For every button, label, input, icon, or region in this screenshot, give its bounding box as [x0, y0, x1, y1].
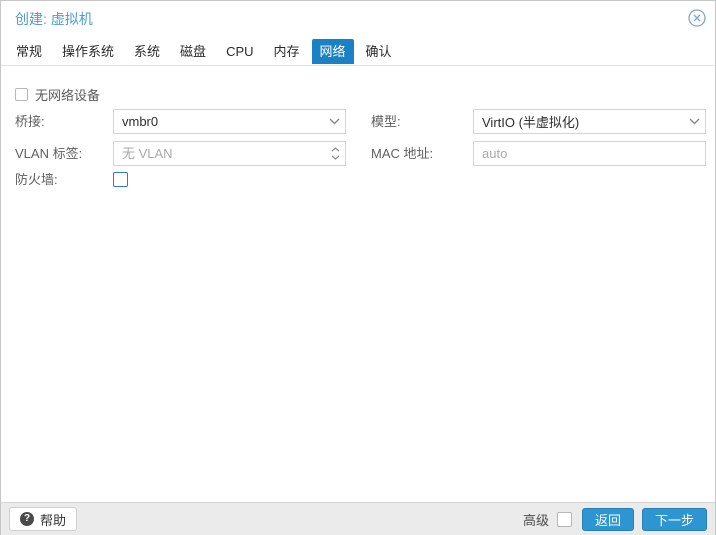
tab-network[interactable]: 网络: [311, 39, 354, 64]
no-network-device-checkbox[interactable]: 无网络设备: [15, 85, 100, 104]
chevron-up-icon: [331, 147, 339, 152]
firewall-label: 防火墙:: [15, 172, 58, 187]
vlan-label: VLAN 标签:: [15, 146, 83, 161]
firewall-checkbox[interactable]: [113, 172, 128, 187]
tab-system[interactable]: 系统: [126, 39, 168, 64]
vlan-input[interactable]: [114, 142, 325, 165]
close-icon[interactable]: [688, 9, 706, 27]
footer-toolbar: ? 帮助 高级 返回 下一步: [1, 502, 715, 535]
model-input[interactable]: [474, 110, 683, 133]
advanced-checkbox[interactable]: [556, 511, 572, 527]
checkbox-box[interactable]: [15, 88, 28, 101]
bridge-combo[interactable]: [113, 109, 346, 134]
bridge-input[interactable]: [114, 110, 323, 133]
next-button[interactable]: 下一步: [641, 507, 707, 531]
create-vm-dialog: { "dialog": { "title": "创建: 虚拟机" }, "ico…: [0, 0, 716, 535]
back-button[interactable]: 返回: [581, 507, 634, 531]
mac-input[interactable]: [474, 142, 705, 165]
help-button[interactable]: ? 帮助: [9, 507, 78, 531]
no-network-device-label: 无网络设备: [35, 88, 101, 103]
tab-cpu[interactable]: CPU: [218, 39, 261, 64]
network-form: 无网络设备 桥接: 模型: VLAN 标签: MAC 地址: 防火墙:: [1, 67, 715, 502]
bridge-label: 桥接:: [15, 114, 45, 129]
model-combo[interactable]: [473, 109, 706, 134]
tab-bar: 常规 操作系统 系统 磁盘 CPU 内存 网络 确认: [1, 38, 715, 66]
dialog-header: 创建: 虚拟机: [1, 1, 715, 37]
tab-disks[interactable]: 磁盘: [172, 39, 214, 64]
tab-os[interactable]: 操作系统: [54, 39, 122, 64]
chevron-down-icon: [331, 155, 339, 160]
spinner-arrows[interactable]: [325, 142, 345, 165]
question-circle-icon: ?: [20, 512, 34, 526]
tab-general[interactable]: 常规: [8, 39, 50, 64]
advanced-label: 高级: [522, 512, 549, 528]
model-label: 模型:: [371, 114, 401, 129]
tab-confirm[interactable]: 确认: [358, 39, 400, 64]
tab-memory[interactable]: 内存: [266, 39, 308, 64]
vlan-spinner-field[interactable]: [113, 141, 346, 166]
mac-field[interactable]: [473, 141, 706, 166]
mac-label: MAC 地址:: [371, 146, 434, 161]
chevron-down-icon[interactable]: [323, 110, 345, 133]
chevron-down-icon[interactable]: [683, 110, 705, 133]
page-title: 创建: 虚拟机: [15, 11, 93, 27]
help-button-label: 帮助: [40, 512, 67, 528]
